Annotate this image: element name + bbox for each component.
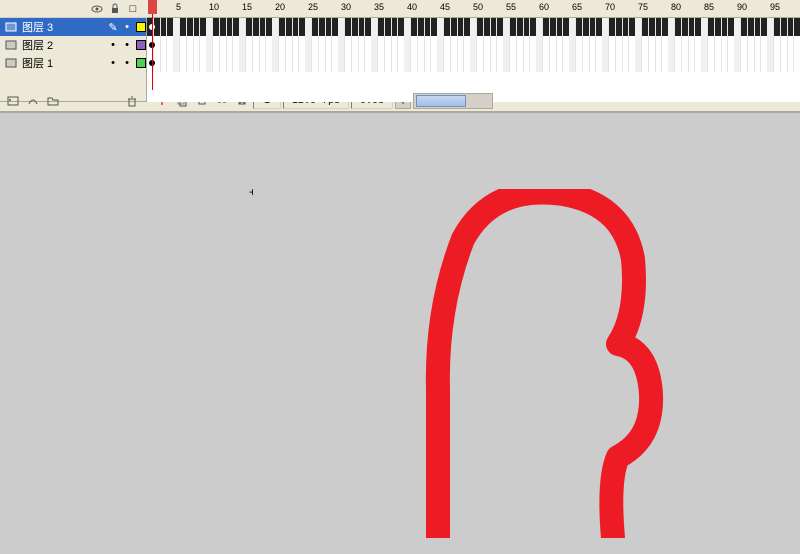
ruler-tick: 85 [704, 2, 714, 12]
ruler-tick: 15 [242, 2, 252, 12]
ruler-tick: 10 [209, 2, 219, 12]
add-guide-layer-button[interactable] [24, 92, 42, 110]
layer-lock-indicator[interactable]: • [122, 39, 132, 51]
layer-edit-indicator[interactable]: • [108, 39, 118, 51]
add-folder-button[interactable] [44, 92, 62, 110]
layer-name-label: 图层 2 [22, 37, 104, 53]
layer-color-swatch[interactable] [136, 40, 146, 50]
frames-track[interactable] [147, 54, 800, 72]
layer-icon [4, 20, 18, 34]
layer-lock-indicator[interactable]: • [122, 21, 132, 33]
ruler-tick: 65 [572, 2, 582, 12]
delete-layer-button[interactable] [123, 92, 141, 110]
add-layer-button[interactable] [4, 92, 22, 110]
ruler-tick: 35 [374, 2, 384, 12]
frames-track[interactable] [147, 36, 800, 54]
frames-track[interactable] [147, 18, 800, 36]
ruler-tick: 95 [770, 2, 780, 12]
layer-icon [4, 56, 18, 70]
ruler-tick: 60 [539, 2, 549, 12]
layer-color-swatch[interactable] [136, 58, 146, 68]
ruler-tick: 70 [605, 2, 615, 12]
timeline-ruler[interactable]: 15101520253035404550556065707580859095 [147, 0, 800, 18]
ruler-tick: 5 [176, 2, 181, 12]
layer-edit-indicator[interactable]: ✎ [108, 21, 118, 34]
stage-area[interactable]: + [0, 113, 800, 538]
layer-tools [0, 92, 147, 110]
layers-header: □ [0, 0, 147, 18]
stage-canvas[interactable] [253, 189, 731, 538]
ruler-tick: 80 [671, 2, 681, 12]
eye-icon[interactable] [91, 3, 103, 15]
brush-stroke-shape[interactable] [253, 189, 731, 538]
layer-lock-indicator[interactable]: • [122, 57, 132, 69]
lock-icon[interactable] [109, 3, 121, 15]
scrollbar-thumb[interactable] [416, 95, 466, 107]
ruler-tick: 75 [638, 2, 648, 12]
ruler-tick: 90 [737, 2, 747, 12]
outline-icon[interactable]: □ [127, 3, 139, 15]
ruler-tick: 20 [275, 2, 285, 12]
timeline-scrollbar[interactable] [413, 93, 493, 109]
layer-name-label: 图层 1 [22, 55, 104, 71]
ruler-tick: 55 [506, 2, 516, 12]
ruler-tick: 50 [473, 2, 483, 12]
layer-color-swatch[interactable] [136, 22, 146, 32]
ruler-tick: 25 [308, 2, 318, 12]
layer-name-label: 图层 3 [22, 19, 104, 35]
ruler-tick: 40 [407, 2, 417, 12]
layer-edit-indicator[interactable]: • [108, 57, 118, 69]
layer-row[interactable]: 图层 1 • • [0, 54, 147, 72]
layer-row[interactable]: 图层 3 ✎ • [0, 18, 147, 36]
ruler-tick: 30 [341, 2, 351, 12]
playhead[interactable] [152, 0, 153, 90]
ruler-tick: 45 [440, 2, 450, 12]
layer-icon [4, 38, 18, 52]
layer-row[interactable]: 图层 2 • • [0, 36, 147, 54]
